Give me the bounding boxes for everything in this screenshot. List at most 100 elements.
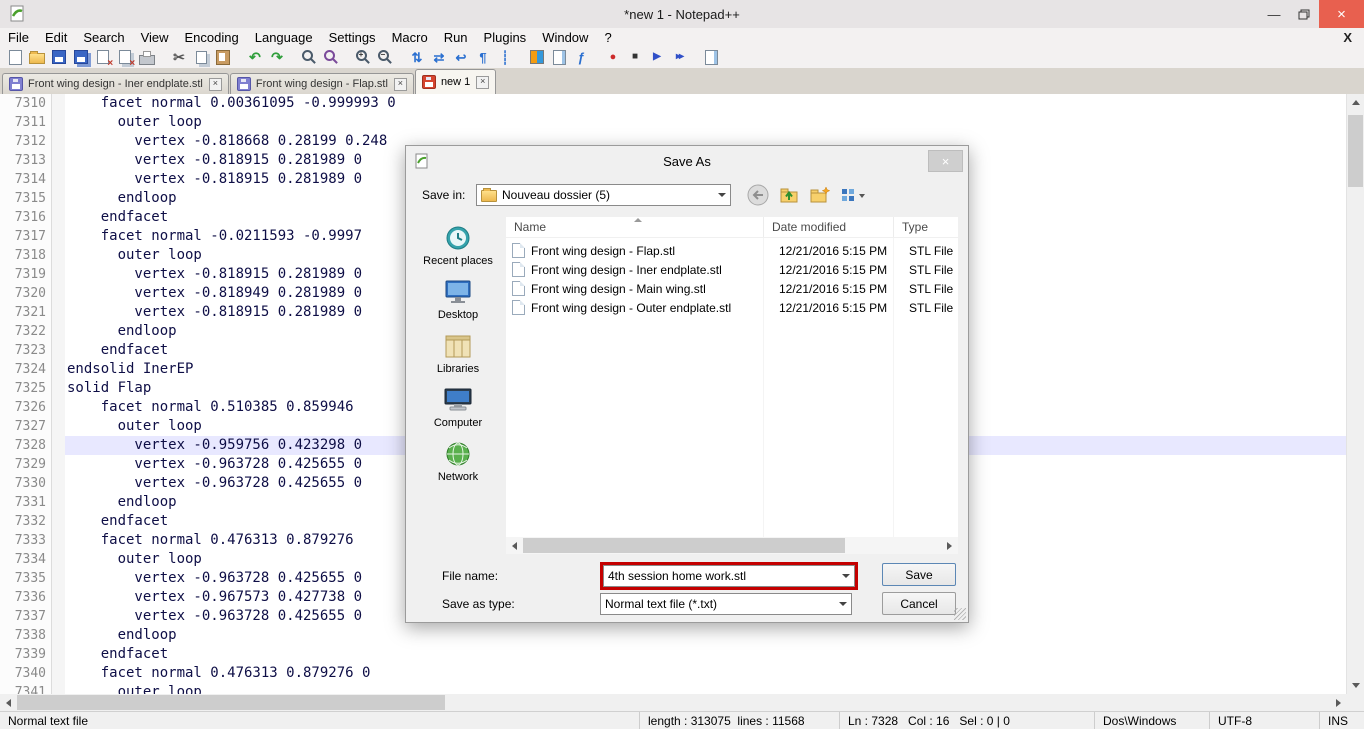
line-number[interactable]: 7339 [0,645,52,664]
line-number[interactable]: 7330 [0,474,52,493]
dialog-title-bar[interactable]: Save As × [406,146,968,176]
menu-close-document-button[interactable]: X [1343,30,1352,45]
menu-item[interactable]: Settings [321,30,384,45]
line-number[interactable]: 7322 [0,322,52,341]
tab-close-button[interactable]: × [476,75,490,89]
line-number[interactable]: 7325 [0,379,52,398]
line-number[interactable]: 7332 [0,512,52,531]
column-header-type[interactable]: Type [893,217,958,237]
menu-item[interactable]: ? [596,30,619,45]
line-number[interactable]: 7333 [0,531,52,550]
line-number[interactable]: 7313 [0,151,52,170]
line-number[interactable]: 7315 [0,189,52,208]
Front wing design - Iner endplate.stl[interactable]: Front wing design - Iner endplate.stl 12… [506,260,958,279]
user-defined-dialog-icon[interactable] [526,47,548,67]
scroll-left-arrow[interactable] [506,537,523,554]
scroll-thumb[interactable] [523,538,845,553]
editor-vertical-scrollbar[interactable] [1346,94,1364,694]
record-macro-icon[interactable]: ● [602,47,624,67]
save-button[interactable]: Save [882,563,956,586]
tab-front-wing-flap[interactable]: Front wing design - Flap.stl × [229,73,414,94]
line-number[interactable]: 7318 [0,246,52,265]
place-desktop[interactable]: Desktop [414,278,502,321]
editor-line[interactable]: 7311 outer loop [0,113,1347,132]
editor-line[interactable]: 7339 endfacet [0,645,1347,664]
tab-close-button[interactable]: × [393,77,407,91]
new-file-icon[interactable] [4,47,26,67]
zoom-out-icon[interactable] [374,47,396,67]
sync-horizontal-scroll-icon[interactable]: ⇄ [428,47,450,67]
up-one-level-icon[interactable] [776,183,802,207]
cut-icon[interactable]: ✂ [168,47,190,67]
line-number[interactable]: 7327 [0,417,52,436]
menu-item[interactable]: Language [247,30,321,45]
vertical-scroll-thumb[interactable] [1348,115,1363,187]
document-map-icon[interactable] [548,47,570,67]
line-number[interactable]: 7326 [0,398,52,417]
minimize-button[interactable]: — [1259,0,1289,28]
scroll-up-arrow[interactable] [1347,94,1364,111]
redo-icon[interactable]: ↷ [266,47,288,67]
close-doc-icon[interactable] [92,47,114,69]
menu-item[interactable]: Edit [37,30,75,45]
menu-item[interactable]: File [0,30,37,45]
Front wing design - Outer endplate.stl[interactable]: Front wing design - Outer endplate.stl 1… [506,298,958,317]
file-name-input[interactable]: 4th session home work.stl [603,565,855,587]
line-number[interactable]: 7317 [0,227,52,246]
menu-item[interactable]: Macro [384,30,436,45]
line-number[interactable]: 7328 [0,436,52,455]
scroll-down-arrow[interactable] [1347,677,1364,694]
editor-line[interactable]: 7310 facet normal 0.00361095 -0.999993 0 [0,94,1347,113]
menu-item[interactable]: Search [75,30,132,45]
line-number[interactable]: 7323 [0,341,52,360]
scroll-left-arrow[interactable] [0,694,17,711]
line-number[interactable]: 7337 [0,607,52,626]
editor-line[interactable]: 7340 facet normal 0.476313 0.879276 0 [0,664,1347,683]
replace-icon[interactable] [320,47,342,67]
line-number[interactable]: 7320 [0,284,52,303]
stop-macro-icon[interactable]: ■ [624,47,646,67]
zoom-in-icon[interactable] [352,47,374,67]
resize-grip[interactable] [954,608,966,620]
menu-item[interactable]: Window [534,30,596,45]
sync-vertical-scroll-icon[interactable]: ⇅ [406,47,428,67]
line-number[interactable]: 7316 [0,208,52,227]
title-bar[interactable]: *new 1 - Notepad++ — × [0,0,1364,28]
play-macro-icon[interactable]: ▶ [646,47,668,67]
function-list-icon[interactable]: ƒ [570,47,592,67]
line-number[interactable]: 7334 [0,550,52,569]
Front wing design - Flap.stl[interactable]: Front wing design - Flap.stl 12/21/2016 … [506,241,958,260]
line-number[interactable]: 7324 [0,360,52,379]
word-wrap-icon[interactable]: ↩ [450,47,472,67]
column-header-date-modified[interactable]: Date modified [763,217,893,237]
place-recent[interactable]: Recent places [414,224,502,267]
save-all-icon[interactable] [70,47,92,67]
paste-icon[interactable] [212,47,234,67]
line-number[interactable]: 7314 [0,170,52,189]
line-number[interactable]: 7331 [0,493,52,512]
tab-front-wing-iner-endplate[interactable]: Front wing design - Iner endplate.stl × [2,73,229,94]
line-number[interactable]: 7335 [0,569,52,588]
cancel-button[interactable]: Cancel [882,592,956,615]
place-network[interactable]: Network [414,440,502,483]
Front wing design - Main wing.stl[interactable]: Front wing design - Main wing.stl 12/21/… [506,279,958,298]
line-number[interactable]: 7321 [0,303,52,322]
new-folder-icon[interactable] [807,183,833,207]
dropdown-arrow-icon[interactable] [838,566,854,586]
line-number[interactable]: 7311 [0,113,52,132]
view-menu-icon[interactable] [838,183,870,207]
line-number[interactable]: 7310 [0,94,52,113]
find-icon[interactable] [298,47,320,67]
dropdown-arrow-icon[interactable] [714,185,730,205]
line-number[interactable]: 7341 [0,683,52,694]
menu-item[interactable]: View [133,30,177,45]
place-computer[interactable]: Computer [414,386,502,429]
print-icon[interactable] [136,47,158,67]
line-number[interactable]: 7329 [0,455,52,474]
line-number[interactable]: 7338 [0,626,52,645]
line-number[interactable]: 7340 [0,664,52,683]
file-list-horizontal-scrollbar[interactable] [506,537,958,554]
menu-item[interactable]: Run [436,30,476,45]
line-number[interactable]: 7319 [0,265,52,284]
line-number[interactable]: 7312 [0,132,52,151]
